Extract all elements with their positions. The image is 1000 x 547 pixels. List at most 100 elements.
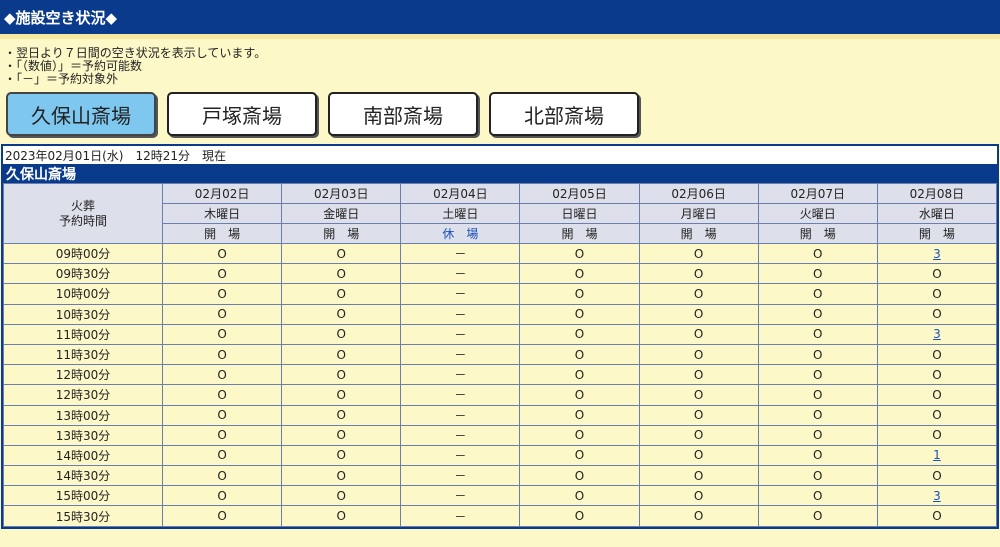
availability-cell: O (757, 242, 878, 265)
time-slot-label: 15時30分 (3, 505, 163, 527)
day-status: 開 場 (876, 223, 998, 244)
availability-cell: － (400, 343, 521, 366)
reservable-count-link[interactable]: 3 (933, 489, 941, 503)
time-slot-label: 10時30分 (3, 303, 163, 325)
availability-cell: － (400, 303, 521, 325)
availability-cell: O (519, 505, 640, 527)
table-row: 15時30分 O O － O O O O (3, 505, 998, 527)
availability-cell: － (400, 465, 521, 487)
facility-tabs: 久保山斎場 戸塚斎場 南部斎場 北部斎場 (0, 86, 1000, 138)
table-row: 14時30分 O O － O O O O (3, 465, 998, 487)
availability-cell: O (638, 485, 759, 507)
availability-cell: O (638, 384, 759, 406)
table-row: 12時30分 O O － O O O O (3, 384, 998, 406)
time-slot-label: 12時00分 (3, 364, 163, 386)
day-weekday: 木曜日 (161, 203, 283, 224)
time-slot-label: 09時00分 (3, 242, 163, 265)
availability-cell[interactable]: 3 (876, 485, 998, 507)
availability-cell: O (281, 505, 402, 527)
availability-cell: － (400, 404, 521, 426)
availability-cell: O (519, 424, 640, 446)
availability-cell: O (281, 263, 402, 285)
availability-cell: O (161, 263, 283, 285)
day-status: 開 場 (638, 223, 759, 244)
availability-cell: O (519, 485, 640, 507)
availability-cell: O (876, 263, 998, 285)
reservable-count-link[interactable]: 1 (933, 448, 941, 462)
availability-cell: O (638, 465, 759, 487)
availability-cell: O (876, 343, 998, 366)
availability-cell: O (161, 323, 283, 345)
availability-cell: O (638, 404, 759, 426)
availability-cell: O (161, 364, 283, 386)
availability-cell: － (400, 444, 521, 467)
availability-cell: － (400, 242, 521, 265)
availability-cell: O (281, 485, 402, 507)
availability-cell: － (400, 505, 521, 527)
tab-kuboyama[interactable]: 久保山斎場 (6, 92, 156, 136)
availability-cell: O (281, 364, 402, 386)
corner-label-line1: 火葬 (70, 198, 95, 213)
availability-cell: O (757, 505, 878, 527)
time-slot-label: 14時30分 (3, 465, 163, 487)
day-status: 開 場 (281, 223, 402, 244)
availability-cell: O (757, 343, 878, 366)
availability-cell: O (281, 424, 402, 446)
note-line: ・「（数値）」＝予約可能数 (4, 59, 143, 73)
availability-cell: O (281, 283, 402, 305)
availability-cell: O (638, 263, 759, 285)
table-row: 10時00分 O O － O O O O (3, 283, 998, 305)
reservable-count-link[interactable]: 3 (933, 247, 941, 261)
availability-cell[interactable]: 3 (876, 323, 998, 345)
tab-nanbu[interactable]: 南部斎場 (328, 92, 478, 136)
availability-cell: O (519, 323, 640, 345)
table-row: 10時30分 O O － O O O O (3, 303, 998, 325)
availability-cell: O (161, 465, 283, 487)
availability-cell: － (400, 424, 521, 446)
availability-cell: O (281, 384, 402, 406)
availability-cell: O (757, 263, 878, 285)
day-status: 休 場 (400, 223, 521, 244)
day-weekday: 金曜日 (281, 203, 402, 224)
availability-table: 火葬 予約時間 02月02日 02月03日 02月04日 02月05日 02月06日 02月0… (3, 183, 998, 527)
availability-cell: O (876, 283, 998, 305)
availability-cell: O (757, 404, 878, 426)
availability-cell: O (757, 444, 878, 467)
availability-cell: O (638, 424, 759, 446)
availability-cell: O (161, 283, 283, 305)
availability-cell: － (400, 263, 521, 285)
tab-totsuka[interactable]: 戸塚斎場 (167, 92, 317, 136)
day-weekday: 日曜日 (519, 203, 640, 224)
table-row: 14時00分 O O － O O O 1 (3, 444, 998, 467)
table-row: 11時00分 O O － O O O 3 (3, 323, 998, 345)
availability-cell: O (638, 444, 759, 467)
note-line: ・「－」＝予約対象外 (4, 72, 119, 86)
time-slot-label: 14時00分 (3, 444, 163, 467)
availability-cell: O (876, 404, 998, 426)
day-status: 開 場 (161, 223, 283, 244)
day-weekday: 水曜日 (876, 203, 998, 224)
availability-cell: O (519, 242, 640, 265)
availability-cell: O (638, 303, 759, 325)
availability-cell: － (400, 384, 521, 406)
page-title: ◆施設空き状況◆ (4, 8, 118, 27)
availability-cell: O (161, 424, 283, 446)
availability-cell: O (757, 283, 878, 305)
availability-cell: O (281, 303, 402, 325)
availability-cell[interactable]: 3 (876, 242, 998, 265)
availability-cell: O (757, 323, 878, 345)
availability-cell: O (161, 444, 283, 467)
reservable-count-link[interactable]: 3 (933, 327, 941, 341)
day-date: 02月06日 (638, 183, 759, 204)
availability-cell: O (876, 505, 998, 527)
tab-hokubu[interactable]: 北部斎場 (489, 92, 639, 136)
availability-cell: O (519, 384, 640, 406)
availability-cell[interactable]: 1 (876, 444, 998, 467)
table-row: 13時30分 O O － O O O O (3, 424, 998, 446)
availability-cell: O (161, 303, 283, 325)
availability-panel: 2023年02月01日(水) 12時21分 現在 久保山斎場 火葬 予約時間 02月… (1, 144, 999, 529)
availability-cell: O (281, 242, 402, 265)
availability-cell: － (400, 364, 521, 386)
availability-cell: O (757, 303, 878, 325)
day-status: 開 場 (757, 223, 878, 244)
